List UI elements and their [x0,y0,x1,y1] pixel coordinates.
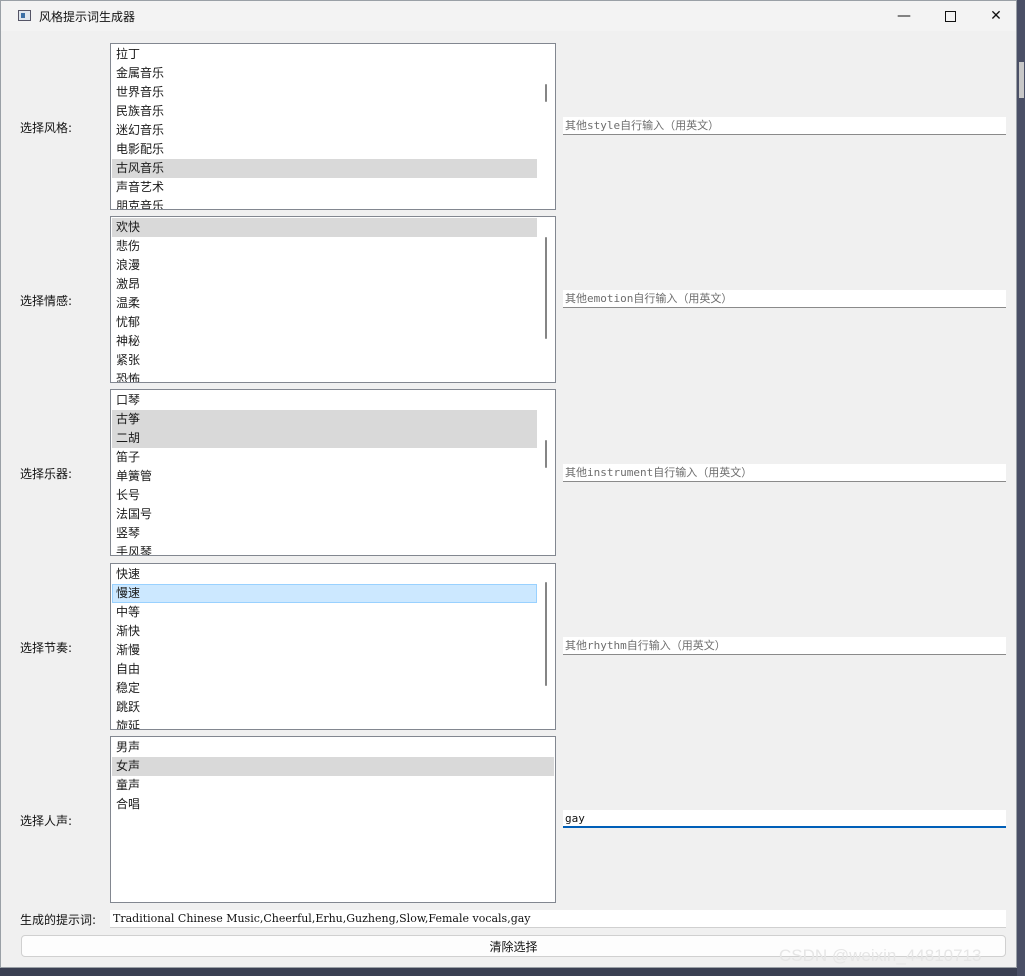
emotion-custom-input[interactable] [563,290,1006,308]
list-item[interactable]: 口琴 [112,391,537,410]
list-item[interactable]: 古风音乐 [112,159,537,178]
scrollbar-thumb[interactable] [545,582,547,686]
maximize-button[interactable] [927,1,973,31]
list-item[interactable]: 长号 [112,486,537,505]
generated-prompt-label: 生成的提示词: [20,913,97,927]
list-item[interactable]: 声音艺术 [112,178,537,197]
list-item[interactable]: 竖琴 [112,524,537,543]
list-item[interactable]: 悲伤 [112,237,537,256]
list-item[interactable]: 稳定 [112,679,537,698]
rhythm-listbox[interactable]: 快速 慢速 中等 渐快 渐慢 自由 稳定 跳跃 旋延 [110,563,556,730]
title-bar[interactable]: 风格提示词生成器 — ✕ [1,1,1016,31]
list-item[interactable]: 浪漫 [112,256,537,275]
rhythm-list-items: 快速 慢速 中等 渐快 渐慢 自由 稳定 跳跃 旋延 [112,565,537,729]
scrollbar-thumb[interactable] [545,237,547,339]
instrument-label: 选择乐器: [20,467,73,481]
minimize-button[interactable]: — [881,1,927,31]
vocal-list-items: 男声 女声 童声 合唱 [112,738,554,814]
app-window: 风格提示词生成器 — ✕ 选择风格: 拉丁 金属音乐 世界音乐 民族音乐 迷幻音乐 电影配… [0,0,1017,968]
list-item[interactable]: 拉丁 [112,45,537,64]
style-label: 选择风格: [20,121,73,135]
list-item[interactable]: 旋延 [112,717,537,729]
vocal-listbox[interactable]: 男声 女声 童声 合唱 [110,736,556,903]
list-item[interactable]: 单簧管 [112,467,537,486]
style-custom-input[interactable] [563,117,1006,135]
style-list-scrollbar[interactable] [538,44,555,209]
list-item[interactable]: 二胡 [112,429,537,448]
generated-prompt-field[interactable]: Traditional Chinese Music,Cheerful,Erhu,… [110,910,1006,928]
vocal-label: 选择人声: [20,814,73,828]
emotion-label: 选择情感: [20,294,73,308]
emotion-listbox[interactable]: 欢快 悲伤 浪漫 激昂 温柔 忧郁 神秘 紧张 恐怖 [110,216,556,383]
list-item[interactable]: 女声 [112,757,554,776]
list-item[interactable]: 慢速 [112,584,537,603]
list-item[interactable]: 欢快 [112,218,537,237]
list-item[interactable]: 朋克音乐 [112,197,537,209]
style-list-items: 拉丁 金属音乐 世界音乐 民族音乐 迷幻音乐 电影配乐 古风音乐 声音艺术 朋克音乐 [112,45,537,209]
vocal-custom-input[interactable] [563,810,1006,828]
background-edge [1017,0,1025,976]
list-item[interactable]: 电影配乐 [112,140,537,159]
list-item[interactable]: 神秘 [112,332,537,351]
instrument-custom-input[interactable] [563,464,1006,482]
style-listbox[interactable]: 拉丁 金属音乐 世界音乐 民族音乐 迷幻音乐 电影配乐 古风音乐 声音艺术 朋克音乐 [110,43,556,210]
scrollbar-thumb[interactable] [545,84,547,102]
rhythm-custom-input[interactable] [563,637,1006,655]
list-item[interactable]: 快速 [112,565,537,584]
list-item[interactable]: 渐快 [112,622,537,641]
list-item[interactable]: 恐怖 [112,370,537,382]
list-item[interactable]: 笛子 [112,448,537,467]
rhythm-list-scrollbar[interactable] [538,564,555,729]
list-item[interactable]: 童声 [112,776,554,795]
list-item[interactable]: 紧张 [112,351,537,370]
list-item[interactable]: 世界音乐 [112,83,537,102]
list-item[interactable]: 古筝 [112,410,537,429]
scrollbar-thumb[interactable] [545,440,547,468]
list-item[interactable]: 法国号 [112,505,537,524]
list-item[interactable]: 中等 [112,603,537,622]
list-item[interactable]: 金属音乐 [112,64,537,83]
watermark: CSDN @weixin_44810713 [779,946,982,965]
list-item[interactable]: 合唱 [112,795,554,814]
list-item[interactable]: 手风琴 [112,543,537,555]
emotion-list-items: 欢快 悲伤 浪漫 激昂 温柔 忧郁 神秘 紧张 恐怖 [112,218,537,382]
list-item[interactable]: 忧郁 [112,313,537,332]
list-item[interactable]: 渐慢 [112,641,537,660]
list-item[interactable]: 民族音乐 [112,102,537,121]
emotion-list-scrollbar[interactable] [538,217,555,382]
close-button[interactable]: ✕ [973,1,1019,31]
list-item[interactable]: 自由 [112,660,537,679]
app-icon [18,10,31,21]
instrument-listbox[interactable]: 口琴 古筝 二胡 笛子 单簧管 长号 法国号 竖琴 手风琴 [110,389,556,556]
instrument-list-items: 口琴 古筝 二胡 笛子 单簧管 长号 法国号 竖琴 手风琴 [112,391,537,555]
instrument-list-scrollbar[interactable] [538,390,555,555]
list-item[interactable]: 跳跃 [112,698,537,717]
list-item[interactable]: 男声 [112,738,554,757]
maximize-icon [944,10,956,22]
window-title: 风格提示词生成器 [39,10,136,24]
rhythm-label: 选择节奏: [20,641,73,655]
list-item[interactable]: 温柔 [112,294,537,313]
background-scrollbar-thumb [1019,62,1024,98]
list-item[interactable]: 迷幻音乐 [112,121,537,140]
list-item[interactable]: 激昂 [112,275,537,294]
